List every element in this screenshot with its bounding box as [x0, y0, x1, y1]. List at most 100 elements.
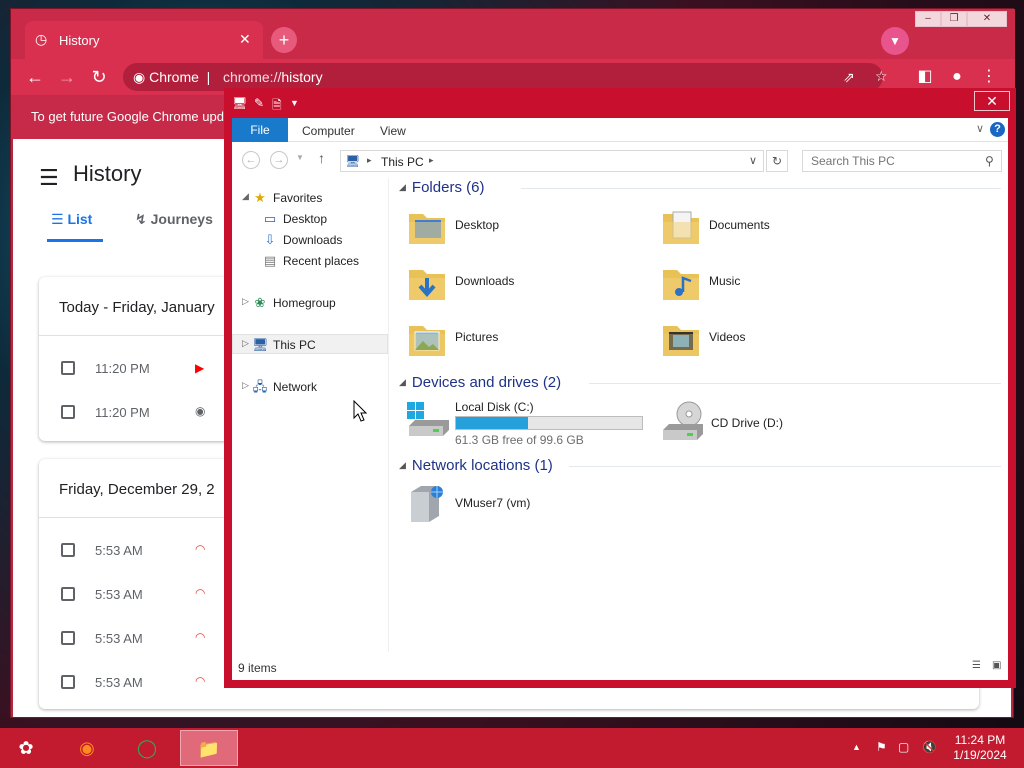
search-icon[interactable]: ⚲ [985, 154, 994, 168]
group-header-folders[interactable]: ◢ Folders (6) [399, 179, 484, 196]
expand-icon[interactable]: ▷ [242, 380, 249, 391]
explorer-taskbar-icon[interactable]: 📁 [180, 730, 238, 766]
expand-icon[interactable]: ▷ [242, 296, 249, 307]
folder-item[interactable]: Videos [659, 316, 899, 364]
search-box[interactable]: ⚲ [802, 150, 1002, 172]
breadcrumb[interactable]: This PC [381, 155, 424, 169]
network-location-item[interactable]: VMuser7 (vm) [405, 480, 645, 530]
refresh-icon[interactable]: ↻ [766, 150, 788, 172]
group-header-devices[interactable]: ◢ Devices and drives (2) [399, 374, 561, 391]
rainbow-icon: ◠ [195, 586, 206, 600]
network-tray-icon[interactable]: ▢ [898, 740, 909, 754]
omnibox[interactable]: ◉ Chrome | chrome://history ⇗ ☆ [123, 63, 888, 91]
expand-icon[interactable]: ◢ [242, 191, 249, 202]
properties-icon[interactable]: ✎ [254, 96, 264, 110]
nav-recent-places[interactable]: ▤ Recent places [232, 251, 388, 271]
back-icon[interactable]: ← [242, 151, 260, 169]
row-checkbox[interactable] [61, 675, 75, 689]
row-checkbox[interactable] [61, 361, 75, 375]
clock-time: 11:24 PM [954, 733, 1006, 747]
show-hidden-icons-icon[interactable]: ▲ [852, 742, 861, 752]
folder-item[interactable]: Desktop [405, 204, 645, 252]
group-header-network[interactable]: ◢ Network locations (1) [399, 457, 553, 474]
large-icons-view-icon[interactable]: ▣ [992, 660, 1006, 672]
chevron-down-icon[interactable]: ∨ [976, 122, 984, 135]
drive-name: CD Drive (D:) [711, 416, 783, 430]
chrome-menu-icon[interactable]: ⋮ [977, 65, 1001, 89]
row-checkbox[interactable] [61, 631, 75, 645]
details-view-icon[interactable]: ☰ [972, 660, 986, 672]
chevron-right-icon[interactable]: ▸ [367, 155, 372, 166]
folder-item[interactable]: Pictures [405, 316, 645, 364]
drive-usage-fill [456, 417, 528, 429]
new-folder-icon[interactable]: 🗎 [272, 96, 282, 117]
row-checkbox[interactable] [61, 587, 75, 601]
row-checkbox[interactable] [61, 405, 75, 419]
nav-network[interactable]: ▷ 🖧 Network [232, 377, 388, 397]
folder-item[interactable]: Downloads [405, 260, 645, 308]
system-clock[interactable]: 11:24 PM 1/19/2024 [944, 733, 1016, 763]
tab-view[interactable]: View [380, 124, 406, 138]
nav-downloads[interactable]: ⇩ Downloads [232, 230, 388, 250]
omnibox-url[interactable]: chrome://history [223, 69, 323, 85]
star-icon: ★ [254, 190, 266, 205]
tab-file[interactable]: File [232, 118, 288, 142]
history-row[interactable]: 5:53 AM ◠ [61, 541, 231, 561]
history-row[interactable]: 11:20 PM ◉ [61, 403, 231, 423]
folder-item[interactable]: Music [659, 260, 899, 308]
history-row[interactable]: 5:53 AM ◠ [61, 585, 231, 605]
item-label: Videos [709, 330, 746, 344]
start-button[interactable]: ✿ [0, 730, 52, 766]
history-row[interactable]: 5:53 AM ◠ [61, 629, 231, 649]
up-arrow-icon[interactable]: ↑ [318, 150, 325, 166]
pictures-folder-icon [409, 326, 445, 356]
expand-icon[interactable]: ▷ [242, 338, 249, 349]
tab-computer[interactable]: Computer [302, 124, 355, 138]
drive-item-d[interactable]: CD Drive (D:) [659, 398, 859, 448]
drive-item-c[interactable]: Local Disk (C:) 61.3 GB free of 99.6 GB [405, 398, 655, 448]
chevron-right-icon[interactable]: ▸ [429, 155, 434, 166]
folder-item[interactable]: Documents [659, 204, 899, 252]
forward-icon[interactable]: → [55, 65, 79, 89]
nav-favorites[interactable]: ◢ ★ Favorites [232, 188, 388, 208]
globe-icon: ◉ [195, 404, 206, 418]
close-window-button[interactable]: ✕ [967, 11, 1007, 27]
drive-free-space: 61.3 GB free of 99.6 GB [455, 433, 584, 447]
history-row[interactable]: 5:53 AM ◠ [61, 673, 231, 693]
tab-search-icon[interactable]: ▼ [881, 27, 909, 55]
search-input[interactable] [803, 151, 983, 171]
this-pc-icon: 🖥 [345, 154, 361, 168]
nav-homegroup[interactable]: ▷ ❀ Homegroup [232, 293, 388, 313]
chrome-taskbar-icon[interactable]: ◯ [118, 730, 176, 766]
side-panel-icon[interactable]: ◧ [913, 65, 937, 89]
tab-close-icon[interactable]: ✕ [239, 31, 251, 48]
explorer-close-button[interactable]: ✕ [974, 91, 1010, 111]
rainbow-icon: ◠ [195, 674, 206, 688]
new-tab-button[interactable]: + [271, 27, 297, 53]
tab-strip: ◷ History ✕ + ▼ – ❐ ✕ [11, 9, 1015, 61]
restore-button[interactable]: ❐ [941, 11, 967, 27]
help-icon[interactable]: ? [990, 122, 1005, 137]
tab-list[interactable]: ☰ List [51, 211, 92, 228]
reload-icon[interactable]: ↻ [87, 65, 111, 89]
recent-locations-icon[interactable]: ▼ [296, 153, 304, 162]
minimize-button[interactable]: – [915, 11, 941, 27]
address-dropdown-icon[interactable]: ∨ [749, 154, 757, 167]
share-icon[interactable]: ⇗ [843, 69, 855, 86]
nav-desktop[interactable]: ▭ Desktop [232, 209, 388, 229]
history-row[interactable]: 11:20 PM ▶ [61, 359, 231, 379]
firefox-taskbar-icon[interactable]: ◉ [58, 730, 116, 766]
bookmark-star-icon[interactable]: ☆ [875, 68, 888, 85]
profile-avatar-icon[interactable]: ● [945, 65, 969, 89]
row-checkbox[interactable] [61, 543, 75, 557]
back-icon[interactable]: ← [23, 65, 47, 89]
volume-muted-icon[interactable]: 🔇 [922, 740, 937, 754]
forward-icon[interactable]: → [270, 151, 288, 169]
nav-this-pc[interactable]: ▷ 🖥 This PC [232, 334, 388, 354]
qat-dropdown-icon[interactable]: ▼ [290, 98, 299, 108]
action-center-flag-icon[interactable]: ⚑ [876, 740, 887, 754]
tab-journeys[interactable]: ↯ Journeys [135, 211, 213, 228]
hamburger-menu-icon[interactable]: ☰ [39, 165, 59, 191]
address-field[interactable]: 🖥 ▸ This PC ▸ ∨ [340, 150, 764, 172]
tab-history[interactable]: ◷ History ✕ [25, 21, 263, 61]
